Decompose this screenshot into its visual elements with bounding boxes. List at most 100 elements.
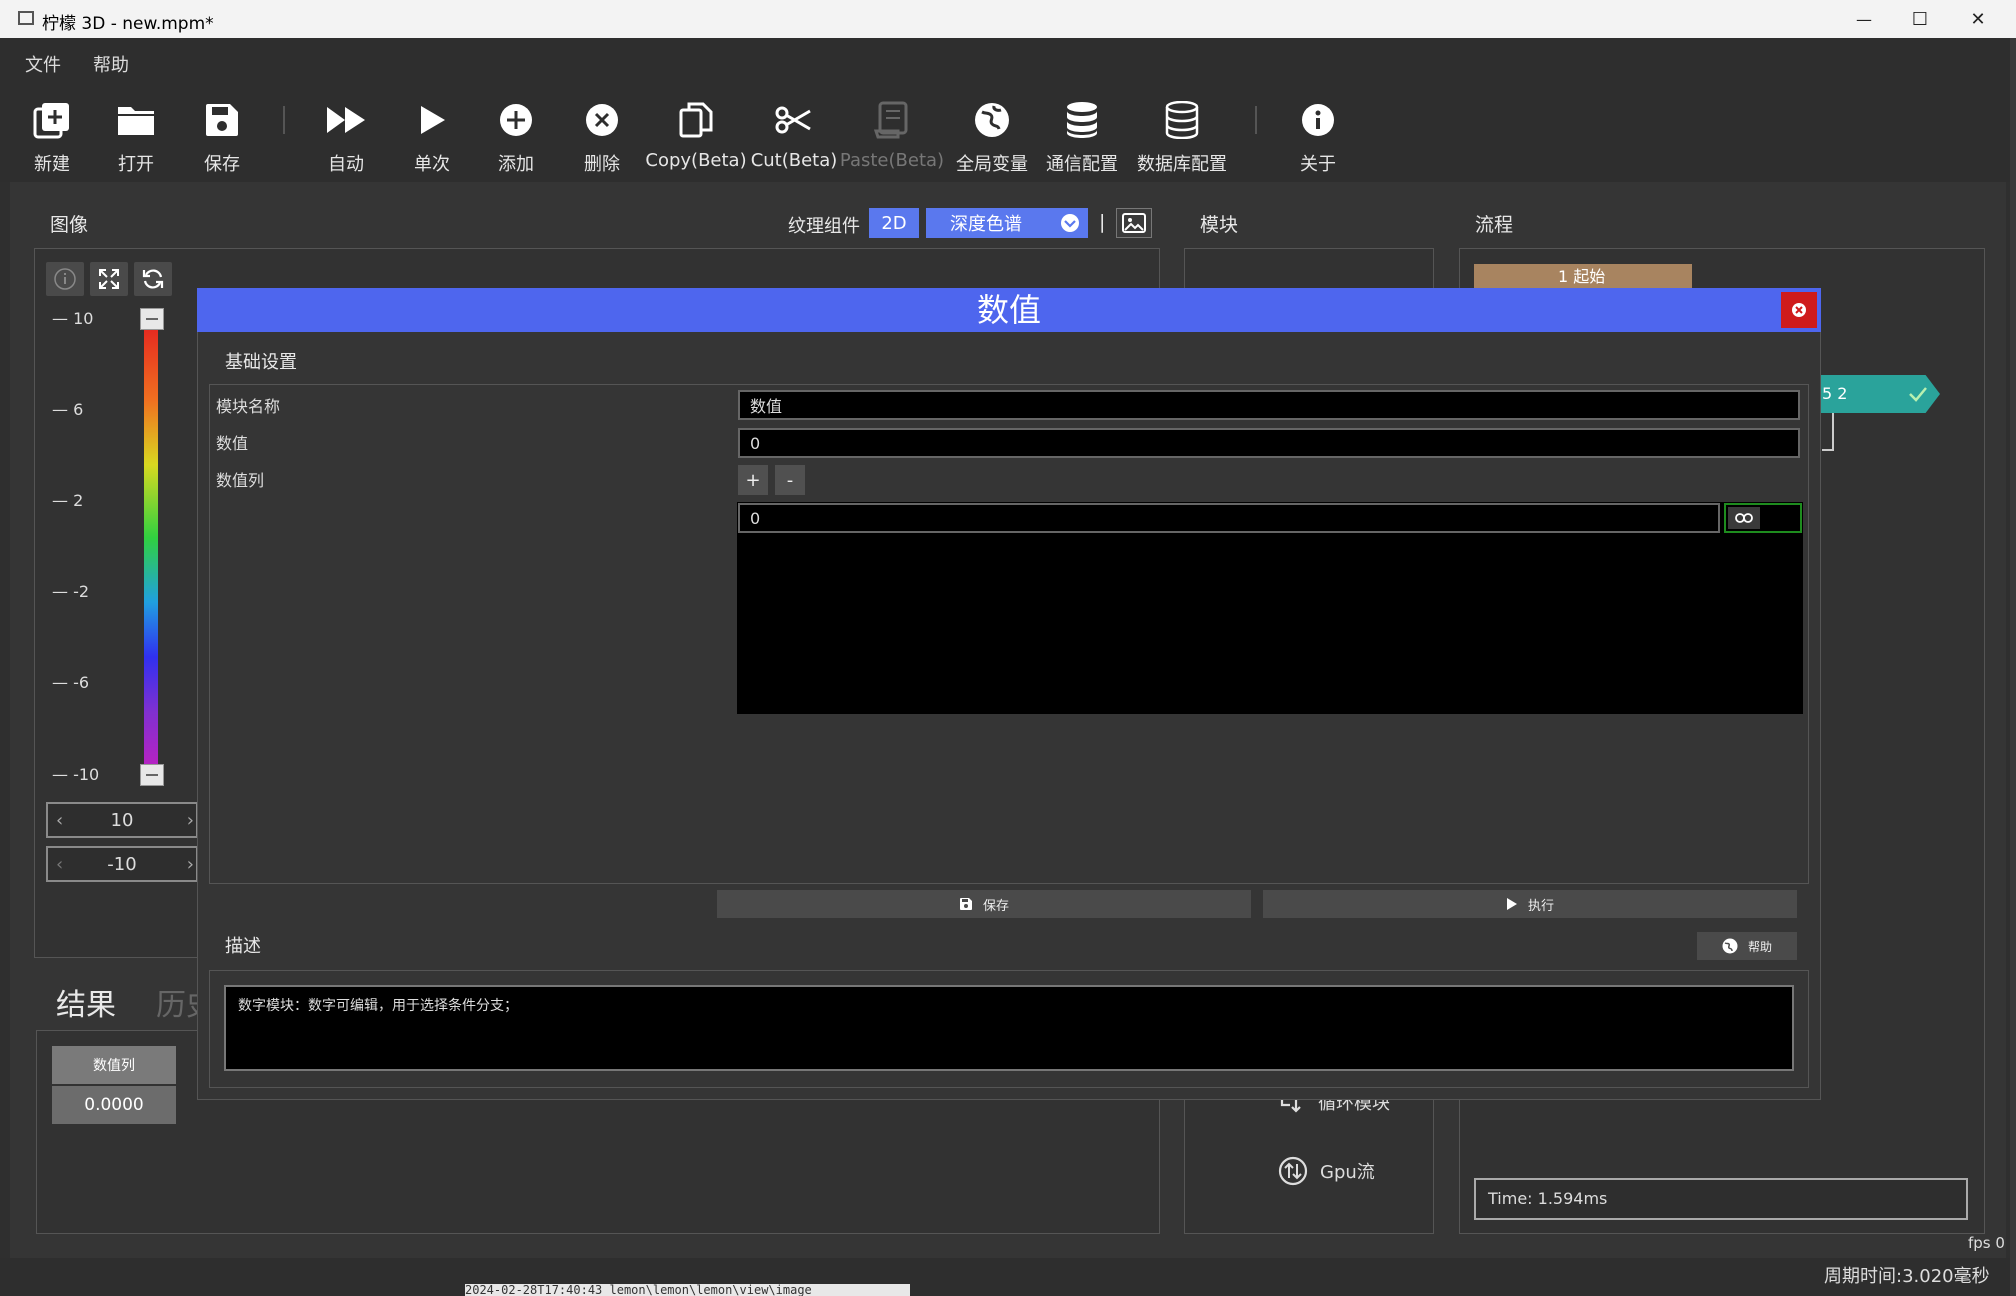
- info-icon: [1302, 104, 1334, 136]
- auto-run-button[interactable]: 自动: [316, 82, 376, 182]
- module-name-input[interactable]: 数值: [738, 390, 1800, 420]
- app-icon: [18, 11, 34, 25]
- decrement-arrow-icon[interactable]: ‹: [56, 854, 63, 875]
- close-button[interactable]: ✕: [1948, 0, 2008, 38]
- flow-panel-title: 流程: [1475, 214, 1514, 236]
- menu-file[interactable]: 文件: [25, 51, 61, 77]
- maximize-button[interactable]: ☐: [1890, 0, 1950, 38]
- scale-min-spinbox[interactable]: ‹ -10 ›: [46, 846, 198, 882]
- image-icon: [1122, 213, 1146, 233]
- menu-bar: 文件 帮助: [0, 38, 2010, 82]
- color-scale-bar: [144, 318, 158, 776]
- scale-label: — -10: [52, 765, 100, 784]
- scissors-icon: [775, 106, 811, 134]
- list-remove-button[interactable]: -: [775, 465, 805, 495]
- dialog-title: 数值: [976, 291, 1041, 329]
- info-toggle-button[interactable]: [46, 262, 84, 296]
- scale-max-spinbox[interactable]: ‹ 10 ›: [46, 802, 198, 838]
- minimize-button[interactable]: —: [1834, 0, 1894, 38]
- menu-help[interactable]: 帮助: [93, 51, 129, 77]
- tab-results[interactable]: 结果: [56, 980, 116, 1024]
- toolbar-separator: [283, 106, 285, 134]
- value-list-item-input[interactable]: 0: [738, 503, 1720, 533]
- info-icon: [54, 268, 76, 290]
- value-input[interactable]: 0: [738, 428, 1800, 458]
- add-circle-icon: [500, 104, 532, 136]
- dialog-close-button[interactable]: [1781, 292, 1817, 328]
- open-button[interactable]: 打开: [106, 82, 166, 182]
- colormap-value: 深度色谱: [950, 214, 1022, 235]
- status-bar: [0, 1258, 2010, 1296]
- module-name-label: 模块名称: [216, 397, 281, 416]
- results-column-header: 数值列: [52, 1046, 176, 1084]
- cycle-time-display: 周期时间:3.020毫秒: [1824, 1266, 1990, 1287]
- global-variables-button[interactable]: 全局变量: [950, 82, 1034, 182]
- add-button[interactable]: 添加: [486, 82, 546, 182]
- flow-node-2[interactable]: 5 2: [1820, 375, 1940, 413]
- flow-connector: [1822, 413, 1834, 451]
- scale-label: — -6: [52, 673, 90, 692]
- description-text[interactable]: 数字模块：数字可编辑，用于选择条件分支；: [224, 985, 1794, 1071]
- scale-label: — -2: [52, 582, 90, 601]
- globe-icon: [1722, 938, 1738, 954]
- paste-icon: [874, 101, 908, 139]
- new-button[interactable]: 新建: [22, 82, 82, 182]
- refresh-icon: [142, 269, 164, 289]
- scale-label: — 6: [52, 400, 84, 419]
- mode-2d-button[interactable]: 2D: [869, 208, 919, 238]
- link-variable-button[interactable]: [1724, 503, 1802, 533]
- gpu-flow-icon: [1278, 1156, 1308, 1186]
- fit-view-button[interactable]: [90, 262, 128, 296]
- save-icon: [959, 898, 972, 910]
- single-run-button[interactable]: 单次: [402, 82, 462, 182]
- colormap-select[interactable]: 深度色谱: [926, 208, 1088, 238]
- value-list: [737, 502, 1803, 714]
- scale-label: — 10: [52, 309, 94, 328]
- dialog-save-button[interactable]: 保存: [717, 890, 1251, 918]
- delete-button[interactable]: 删除: [572, 82, 632, 182]
- comm-config-button[interactable]: 通信配置: [1040, 82, 1124, 182]
- save-icon: [206, 104, 238, 136]
- image-panel-title: 图像: [50, 214, 89, 236]
- copy-button[interactable]: Copy(Beta): [645, 82, 747, 182]
- database-icon: [1067, 102, 1097, 138]
- new-file-icon: [33, 103, 69, 139]
- toolbar: 新建 打开 保存 自动 单次 添加 删除 Copy(Beta) Cut(Beta…: [0, 82, 2010, 182]
- delete-circle-icon: [586, 104, 618, 136]
- value-list-label: 数值列: [216, 471, 265, 490]
- list-add-button[interactable]: +: [738, 465, 768, 495]
- database-icon: [1165, 101, 1199, 139]
- value-label: 数值: [216, 434, 249, 453]
- image-view-button[interactable]: [1116, 208, 1152, 238]
- dialog-run-button[interactable]: 执行: [1263, 890, 1797, 918]
- paste-button[interactable]: Paste(Beta): [840, 82, 944, 182]
- increment-arrow-icon[interactable]: ›: [187, 810, 194, 831]
- flow-node-start[interactable]: 1 起始: [1474, 264, 1692, 290]
- texture-component-label: 纹理组件: [788, 216, 860, 237]
- scale-max-handle[interactable]: [140, 308, 164, 330]
- play-icon: [1506, 898, 1517, 910]
- decrement-arrow-icon[interactable]: ‹: [56, 810, 63, 831]
- link-icon: [1735, 513, 1753, 523]
- log-output: 2024-02-28T17:40:43 lemon\lemon\lemon\vi…: [465, 1284, 910, 1296]
- database-config-button[interactable]: 数据库配置: [1130, 82, 1234, 182]
- close-icon: [1792, 303, 1806, 317]
- cut-button[interactable]: Cut(Beta): [751, 82, 837, 182]
- help-button[interactable]: 帮助: [1697, 932, 1797, 960]
- play-icon: [421, 106, 445, 134]
- folder-open-icon: [118, 107, 154, 135]
- flow-time-display: Time: 1.594ms: [1474, 1178, 1968, 1220]
- copy-icon: [679, 102, 713, 138]
- about-button[interactable]: 关于: [1288, 82, 1348, 182]
- scale-min-handle[interactable]: [140, 764, 164, 786]
- toolbar-separator: [1255, 106, 1257, 134]
- chevron-down-icon: [1061, 214, 1079, 232]
- gpu-flow-item[interactable]: Gpu流: [1278, 1156, 1375, 1186]
- title-bar: 柠檬 3D - new.mpm* — ☐ ✕: [0, 0, 2016, 38]
- modules-panel-title: 模块: [1200, 214, 1239, 236]
- save-button[interactable]: 保存: [192, 82, 252, 182]
- refresh-button[interactable]: [134, 262, 172, 296]
- toolbar-divider: |: [1099, 211, 1106, 233]
- increment-arrow-icon[interactable]: ›: [187, 854, 194, 875]
- dialog-header: 数值: [197, 288, 1821, 332]
